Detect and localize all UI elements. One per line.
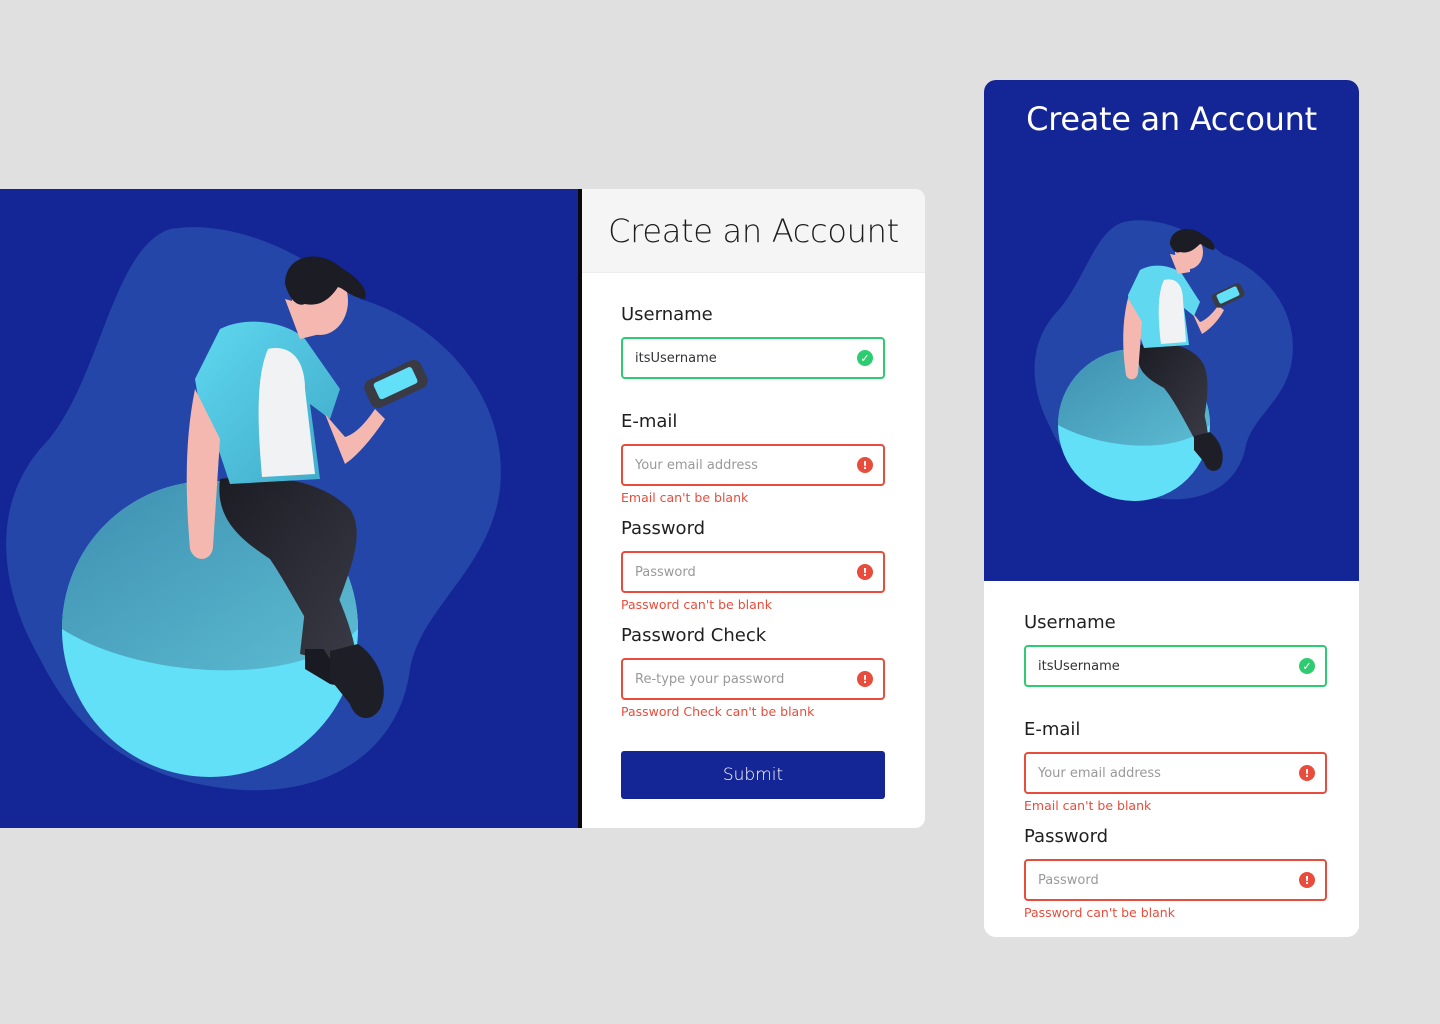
password-check-input-wrapper: ! [621,658,885,700]
exclamation-circle-icon: ! [1299,765,1315,781]
form-body: Username ✓ E-mail ! Email can't be blank… [582,273,925,719]
mobile-username-input[interactable] [1036,657,1290,675]
password-field: Password ! Password can't be blank [621,487,886,612]
email-label: E-mail [621,411,678,432]
mobile-form-body: Username ✓ E-mail ! Email can't be blank… [984,581,1359,920]
email-input[interactable] [633,456,852,474]
username-field: Username ✓ [621,273,886,380]
mobile-signup-mockup: Create an Account Username itsUsername ✓… [984,80,1359,937]
mobile-email-field: E-mail ! Email can't be blank [1024,688,1327,813]
person-on-sphere-illustration [1034,220,1293,501]
mobile-username-label: Username [1024,612,1116,633]
mobile-password-input[interactable] [1036,871,1290,889]
exclamation-circle-icon: ! [857,671,873,687]
person-on-sphere-illustration [6,227,501,791]
mobile-username-input-wrapper: ✓ [1024,645,1327,687]
exclamation-circle-icon: ! [857,564,873,580]
username-input-wrapper: ✓ [621,337,885,379]
form-title: Create an Account [608,211,899,250]
mobile-username-field: Username ✓ [1024,581,1327,688]
submit-button[interactable]: Submit [621,751,885,799]
password-input[interactable] [633,563,852,581]
check-circle-icon: ✓ [1299,658,1315,674]
password-check-input[interactable] [633,670,852,688]
password-check-label: Password Check [621,625,767,646]
mobile-password-input-wrapper: ! [1024,859,1327,901]
email-field: E-mail ! Email can't be blank [621,380,886,505]
check-circle-icon: ✓ [857,350,873,366]
mobile-password-label: Password [1024,826,1109,847]
mobile-password-field: Password ! Password can't be blank [1024,795,1327,920]
username-label: Username [621,304,713,325]
mobile-header: Create an Account [984,80,1359,581]
password-check-error-message: Password Check can't be blank [621,704,815,719]
desktop-signup-mockup: Create an Account Username ✓ E-mail ! Em… [0,189,925,828]
mobile-email-input-wrapper: ! [1024,752,1327,794]
mobile-form-title: Create an Account [1026,100,1317,138]
password-label: Password [621,518,706,539]
exclamation-circle-icon: ! [1299,872,1315,888]
mobile-password-error-message: Password can't be blank [1024,905,1175,920]
mobile-email-label: E-mail [1024,719,1081,740]
exclamation-circle-icon: ! [857,457,873,473]
email-input-wrapper: ! [621,444,885,486]
signup-form: Create an Account Username ✓ E-mail ! Em… [582,189,925,828]
mobile-email-input[interactable] [1036,764,1290,782]
form-header: Create an Account [582,189,925,273]
password-check-field: Password Check ! Password Check can't be… [621,594,886,719]
password-input-wrapper: ! [621,551,885,593]
illustration-panel [0,189,578,828]
username-input[interactable] [633,349,852,367]
